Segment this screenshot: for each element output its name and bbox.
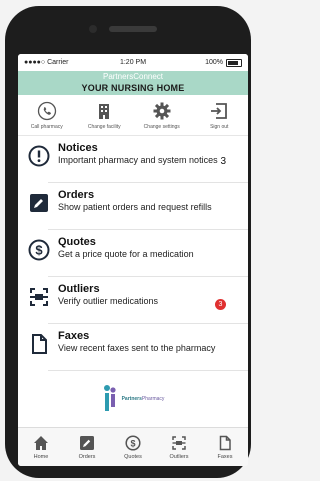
brand-header: PartnersConnect YOUR NURSING HOME bbox=[18, 71, 248, 95]
building-icon bbox=[99, 103, 110, 119]
outlier-icon bbox=[172, 435, 186, 450]
notices-title: Notices bbox=[58, 142, 98, 154]
sign-out-label: Sign out bbox=[210, 123, 229, 130]
menu-item-faxes[interactable]: Faxes View recent faxes sent to the phar… bbox=[18, 324, 248, 370]
dollar-icon: $ bbox=[125, 434, 141, 451]
outliers-description: Verify outlier medications bbox=[58, 296, 159, 306]
logo-wordmark: PartnersPharmacy bbox=[122, 396, 165, 402]
action-toolbar: Call pharmacy Change facility Change set… bbox=[18, 95, 248, 136]
quotes-title: Quotes bbox=[58, 236, 96, 248]
svg-text:$: $ bbox=[130, 438, 135, 448]
app-name: PartnersConnect bbox=[102, 72, 164, 81]
change-settings-label: Change settings bbox=[143, 123, 180, 130]
call-pharmacy-button[interactable]: Call pharmacy bbox=[18, 95, 76, 135]
signout-icon bbox=[211, 102, 228, 119]
document-icon bbox=[219, 435, 231, 450]
logo-name-part1: Partners bbox=[121, 396, 142, 402]
screen: ●●●●○ Carrier 1:20 PM 100% PartnersConne… bbox=[18, 54, 248, 466]
speaker bbox=[109, 26, 157, 32]
logo-name-part2: Pharmacy bbox=[141, 396, 165, 402]
outliers-title: Outliers bbox=[58, 283, 100, 295]
dollar-icon: $ bbox=[28, 239, 50, 261]
call-pharmacy-label: Call pharmacy bbox=[30, 123, 63, 130]
tab-orders-label: Orders bbox=[78, 453, 96, 460]
tab-orders[interactable]: Orders bbox=[64, 428, 110, 466]
menu-item-quotes[interactable]: $ Quotes Get a price quote for a medicat… bbox=[18, 230, 248, 276]
tab-outliers[interactable]: Outliers bbox=[156, 428, 202, 466]
sign-out-button[interactable]: Sign out bbox=[191, 95, 249, 135]
partners-pharmacy-logo: PartnersPharmacy bbox=[18, 371, 248, 427]
home-icon bbox=[34, 435, 48, 450]
menu-item-orders[interactable]: Orders Show patient orders and request r… bbox=[18, 183, 248, 229]
pencil-icon bbox=[80, 435, 94, 450]
change-facility-label: Change facility bbox=[87, 123, 121, 130]
partners-logo-mark bbox=[103, 385, 116, 411]
change-facility-button[interactable]: Change facility bbox=[76, 95, 134, 135]
clock: 1:20 PM bbox=[119, 59, 147, 66]
menu-item-outliers[interactable]: Outliers Verify outlier medications 3 bbox=[18, 277, 248, 323]
gear-icon bbox=[153, 102, 171, 119]
tab-outliers-label: Outliers bbox=[169, 453, 189, 460]
phone-icon bbox=[37, 101, 56, 120]
status-bar: ●●●●○ Carrier 1:20 PM 100% bbox=[18, 54, 248, 71]
outlier-icon bbox=[30, 288, 48, 306]
document-icon bbox=[32, 334, 47, 354]
bottom-tab-bar: Home Orders $ Quotes Outliers Faxes bbox=[18, 427, 248, 466]
svg-text:$: $ bbox=[35, 243, 43, 258]
tab-quotes-label: Quotes bbox=[124, 453, 142, 460]
tab-faxes-label: Faxes bbox=[217, 453, 233, 460]
faxes-title: Faxes bbox=[58, 330, 90, 342]
carrier-label: ●●●●○ Carrier bbox=[24, 59, 69, 66]
battery-percent: 100% bbox=[205, 59, 224, 66]
pencil-icon bbox=[30, 194, 48, 212]
tab-quotes[interactable]: $ Quotes bbox=[110, 428, 156, 466]
menu-item-notices[interactable]: Notices Important pharmacy and system no… bbox=[18, 136, 248, 182]
orders-description: Show patient orders and request refills bbox=[58, 202, 212, 212]
camera bbox=[89, 25, 97, 33]
facility-name: YOUR NURSING HOME bbox=[81, 83, 185, 93]
phone-frame: ●●●●○ Carrier 1:20 PM 100% PartnersConne… bbox=[5, 6, 251, 478]
orders-title: Orders bbox=[58, 189, 95, 201]
faxes-description: View recent faxes sent to the pharmacy bbox=[58, 343, 216, 353]
notices-description: Important pharmacy and system notices bbox=[58, 155, 218, 165]
change-settings-button[interactable]: Change settings bbox=[133, 95, 191, 135]
quotes-description: Get a price quote for a medication bbox=[58, 249, 194, 259]
battery-icon bbox=[226, 58, 243, 67]
tab-home[interactable]: Home bbox=[18, 428, 64, 466]
exclamation-icon bbox=[28, 145, 50, 167]
notices-count: 3 bbox=[220, 156, 226, 167]
outliers-badge: 3 bbox=[215, 299, 226, 310]
tab-faxes[interactable]: Faxes bbox=[202, 428, 248, 466]
tab-home-label: Home bbox=[33, 453, 49, 460]
